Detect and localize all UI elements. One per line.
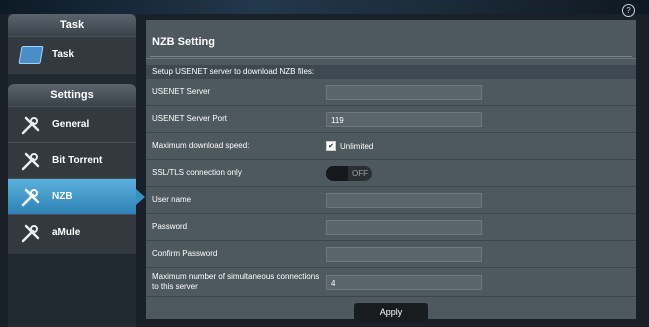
panel-description: Setup USENET server to download NZB file… xyxy=(146,65,636,79)
settings-group: Settings General Bit Torrent NZB aMule xyxy=(8,84,145,254)
sidebar-item-label: NZB xyxy=(52,191,73,202)
sidebar-item-general[interactable]: General xyxy=(8,106,136,142)
task-group-title: Task xyxy=(8,14,136,36)
title-divider xyxy=(150,56,632,57)
unlimited-checkbox[interactable]: ✔ xyxy=(326,141,336,151)
wrench-screwdriver-icon xyxy=(20,222,42,244)
sidebar-item-label: Task xyxy=(52,49,75,60)
wrench-screwdriver-icon xyxy=(20,186,42,208)
apply-button[interactable]: Apply xyxy=(354,303,428,321)
row-usenet-server: USENET Server xyxy=(146,79,636,106)
top-band xyxy=(0,0,649,14)
usenet-port-input[interactable]: 119 xyxy=(326,111,482,127)
task-icon xyxy=(18,44,44,66)
confirm-password-input[interactable] xyxy=(326,246,482,262)
usenet-server-input[interactable] xyxy=(326,84,482,100)
field-label: Maximum download speed: xyxy=(152,141,250,150)
field-label: Password xyxy=(152,222,188,231)
sidebar-item-label: Bit Torrent xyxy=(52,155,103,166)
row-username: User name xyxy=(146,187,636,214)
field-label: Maximum number of simultaneous connectio… xyxy=(152,272,320,291)
row-ssl: SSL/TLS connection only OFF xyxy=(146,160,636,187)
password-input[interactable] xyxy=(326,219,482,235)
field-label: SSL/TLS connection only xyxy=(152,168,242,177)
sidebar-item-nzb[interactable]: NZB xyxy=(8,178,145,214)
ssl-toggle[interactable]: OFF xyxy=(326,165,372,181)
field-label: User name xyxy=(152,195,192,204)
toggle-knob xyxy=(326,165,348,181)
sidebar-item-bit-torrent[interactable]: Bit Torrent xyxy=(8,142,136,178)
task-group: Task Task xyxy=(8,14,136,74)
max-connections-input[interactable]: 4 xyxy=(326,274,482,290)
settings-group-title: Settings xyxy=(8,84,136,106)
row-max-connections: Maximum number of simultaneous connectio… xyxy=(146,268,636,297)
sidebar-item-amule[interactable]: aMule xyxy=(8,214,136,250)
row-usenet-port: USENET Server Port 119 xyxy=(146,106,636,133)
row-confirm-password: Confirm Password xyxy=(146,241,636,268)
row-max-speed: Maximum download speed: ✔ Unlimited xyxy=(146,133,636,160)
page-title: NZB Setting xyxy=(146,20,636,59)
toggle-state: OFF xyxy=(352,168,368,178)
sidebar-item-label: aMule xyxy=(52,227,81,238)
wrench-screwdriver-icon xyxy=(20,150,42,172)
nzb-setting-panel: NZB Setting Setup USENET server to downl… xyxy=(146,20,636,321)
wrench-screwdriver-icon xyxy=(20,114,42,136)
field-label: USENET Server Port xyxy=(152,114,227,123)
sidebar-item-label: General xyxy=(52,119,90,130)
help-icon[interactable]: ? xyxy=(622,4,635,17)
username-input[interactable] xyxy=(326,192,482,208)
sidebar-item-task[interactable]: Task xyxy=(8,36,136,72)
field-label: USENET Server xyxy=(152,87,211,96)
unlimited-label: Unlimited xyxy=(340,141,374,151)
row-password: Password xyxy=(146,214,636,241)
field-label: Confirm Password xyxy=(152,249,218,258)
